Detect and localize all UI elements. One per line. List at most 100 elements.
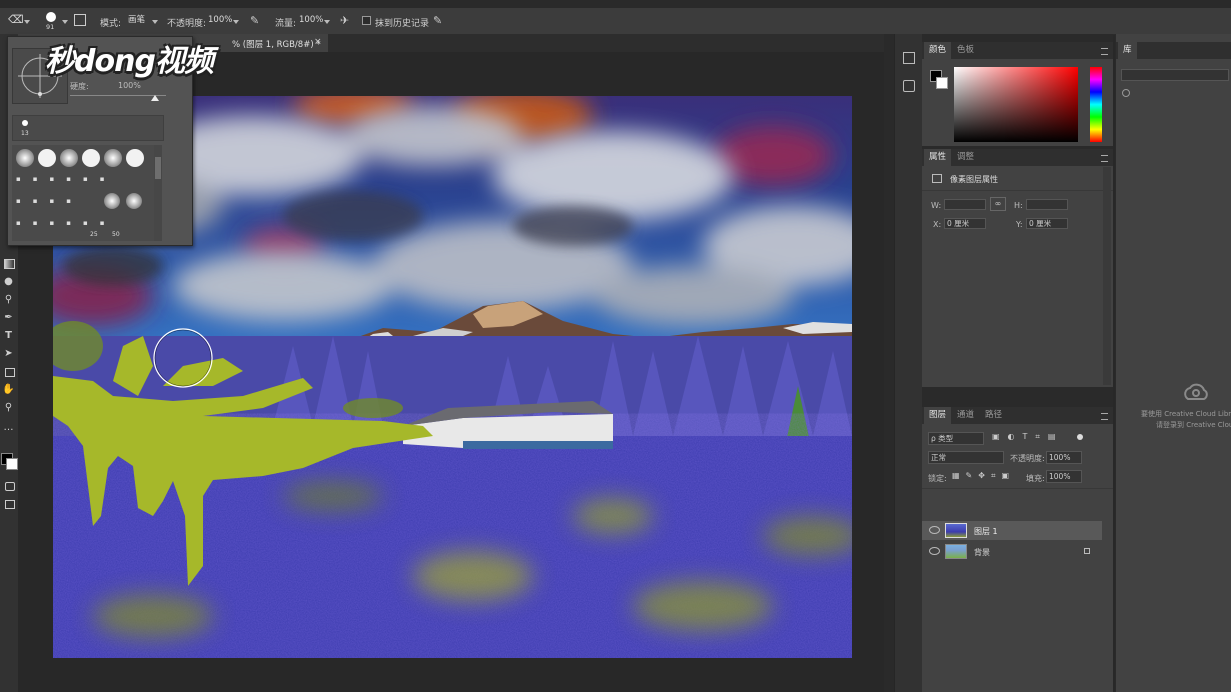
brush-preset-grid[interactable]: ▪▪▪▪▪▪ ▪▪▪▪ ▪▪▪▪▪▪ 25 50 — [12, 145, 154, 241]
zoom-tool-icon[interactable]: ⚲ — [2, 401, 15, 414]
properties-panel-menu-icon[interactable] — [1101, 155, 1108, 162]
brush-size-preview[interactable]: 91 — [44, 11, 58, 31]
airbrush-icon[interactable]: ✈ — [340, 14, 349, 27]
selected-brush-row[interactable]: 13 — [12, 115, 164, 141]
mode-label: 模式: — [100, 19, 122, 29]
library-select[interactable] — [1121, 69, 1229, 81]
properties-scrollbar[interactable] — [1103, 167, 1111, 385]
layer-opacity-input[interactable]: 100% — [1046, 451, 1082, 464]
layer-filter-select[interactable]: ρ 类型 — [928, 432, 984, 445]
pen-tool-icon[interactable]: ✒ — [2, 311, 15, 324]
hardness-slider-thumb[interactable] — [151, 95, 159, 101]
history-label: 抹到历史记录 — [375, 19, 430, 29]
flow-label: 流量: — [275, 19, 297, 29]
color-panel-menu-icon[interactable] — [1101, 48, 1108, 55]
color-panel-tabs: 颜色 色板 — [922, 42, 1113, 59]
layer-row-background[interactable]: 背景 — [922, 542, 1102, 561]
gradient-tool-icon[interactable] — [2, 257, 15, 270]
screen-mode-icon[interactable] — [2, 497, 15, 510]
brush-tip-icon — [46, 12, 56, 22]
hard-round-brush-icon[interactable] — [126, 149, 144, 167]
layer-thumbnail — [945, 544, 967, 559]
tab-layers[interactable]: 图层 — [924, 407, 952, 424]
document-tab-title: % (图层 1, RGB/8#) * — [232, 40, 321, 50]
special-brush-row[interactable]: ▪▪▪▪▪▪ — [16, 175, 146, 185]
layer-thumbnail — [945, 523, 967, 538]
brush-grid-scrollbar[interactable] — [154, 145, 162, 241]
tab-swatches[interactable]: 色板 — [952, 42, 979, 59]
tab-properties[interactable]: 属性 — [924, 149, 952, 166]
fill-input[interactable]: 100% — [1046, 470, 1082, 483]
document-tab-close-icon[interactable]: × — [314, 37, 322, 47]
special-brush-row[interactable]: ▪▪▪▪▪▪ — [16, 219, 146, 229]
pressure-size-icon[interactable]: ✎ — [433, 14, 442, 27]
y-input[interactable]: 0 厘米 — [1026, 218, 1068, 229]
mode-chevron-icon[interactable] — [152, 20, 158, 24]
x-label: X: — [933, 220, 942, 229]
tab-channels[interactable]: 通道 — [952, 407, 979, 424]
soft-round-brush-icon[interactable] — [126, 193, 142, 209]
layers-panel: 图层 通道 路径 ρ 类型 ▣◐T⌗▤ 正常 不透明度: 100% 锁定: ▦✎… — [922, 407, 1113, 692]
library-login-message-1: 要使用 Creative Cloud Libra — [1141, 410, 1231, 418]
history-panel-icon[interactable] — [903, 52, 915, 64]
eraser-tool-icon[interactable]: ⌫ — [8, 14, 24, 26]
hand-tool-icon[interactable]: ✋ — [2, 383, 15, 396]
background-color-swatch[interactable] — [6, 458, 18, 470]
brush-size-value: 91 — [46, 23, 55, 31]
soft-round-brush-icon[interactable] — [60, 149, 78, 167]
hardness-label: 硬度: — [70, 82, 89, 91]
x-input[interactable]: 0 厘米 — [944, 218, 986, 229]
video-watermark-logo: 秒dong视频 — [45, 44, 214, 79]
hard-round-brush-icon[interactable] — [82, 149, 100, 167]
layers-panel-menu-icon[interactable] — [1101, 413, 1108, 420]
blend-mode-select[interactable]: 正常 — [928, 451, 1004, 464]
soft-round-brush-icon[interactable] — [16, 149, 34, 167]
color-field[interactable] — [954, 67, 1078, 142]
visibility-eye-icon[interactable] — [929, 526, 940, 534]
hue-slider[interactable] — [1090, 67, 1102, 142]
height-input[interactable] — [1026, 199, 1068, 210]
type-tool-icon[interactable]: T — [2, 329, 15, 342]
quick-mask-icon[interactable] — [2, 479, 15, 492]
layer-filter-toggle-icon[interactable] — [1077, 434, 1083, 440]
library-search-icon[interactable] — [1122, 89, 1130, 97]
hardness-value: 100% — [118, 81, 141, 90]
brush-picker-chevron-icon[interactable] — [62, 20, 68, 24]
path-selection-tool-icon[interactable]: ➤ — [2, 347, 15, 360]
soft-round-brush-icon[interactable] — [104, 193, 120, 209]
right-panel-dock: 颜色 色板 属性 调整 像素图层属性 W: ∞ H: X: 0 厘米 Y: 0 … — [922, 34, 1113, 692]
soft-round-brush-icon[interactable] — [104, 149, 122, 167]
flow-input[interactable]: 100% — [296, 13, 326, 28]
background-color-chip[interactable] — [936, 77, 948, 89]
tab-paths[interactable]: 路径 — [980, 407, 1007, 424]
opacity-chevron-icon[interactable] — [233, 20, 239, 24]
tab-adjustments[interactable]: 调整 — [952, 149, 979, 166]
blend-mode-value: 正常 — [931, 453, 946, 462]
hard-round-brush-icon[interactable] — [38, 149, 56, 167]
pressure-opacity-icon[interactable]: ✎ — [250, 14, 259, 27]
layer-opacity-value: 100% — [1049, 453, 1071, 462]
preset-size-label: 50 — [112, 231, 120, 238]
collapsed-panel-icons — [894, 34, 924, 692]
brush-settings-icon[interactable] — [74, 14, 86, 26]
more-tools-icon[interactable]: … — [2, 421, 15, 434]
blur-tool-icon[interactable]: ● — [2, 275, 15, 288]
visibility-eye-icon[interactable] — [929, 547, 940, 555]
layer-name: 背景 — [974, 548, 990, 557]
rectangle-tool-icon[interactable] — [2, 365, 15, 378]
layer-filter-value: ρ 类型 — [931, 434, 954, 443]
width-input[interactable] — [944, 199, 986, 210]
layer-filter-icons[interactable]: ▣◐T⌗▤ — [992, 432, 1088, 445]
tab-library[interactable]: 库 — [1118, 42, 1137, 59]
lock-options-icons[interactable]: ▦✎✥⌗▣ — [952, 471, 1022, 483]
tab-color[interactable]: 颜色 — [924, 42, 952, 59]
history-checkbox[interactable] — [362, 16, 371, 25]
brush-settings-panel-icon[interactable] — [903, 80, 915, 92]
tool-preset-chevron-icon[interactable] — [24, 20, 30, 24]
layer-row-layer1[interactable]: 图层 1 — [922, 521, 1102, 540]
dodge-tool-icon[interactable]: ⚲ — [2, 293, 15, 306]
link-dimensions-icon[interactable]: ∞ — [990, 197, 1006, 211]
flow-chevron-icon[interactable] — [324, 20, 330, 24]
properties-title: 像素图层属性 — [950, 175, 998, 184]
special-brush-row[interactable]: ▪▪▪▪ — [16, 197, 96, 207]
